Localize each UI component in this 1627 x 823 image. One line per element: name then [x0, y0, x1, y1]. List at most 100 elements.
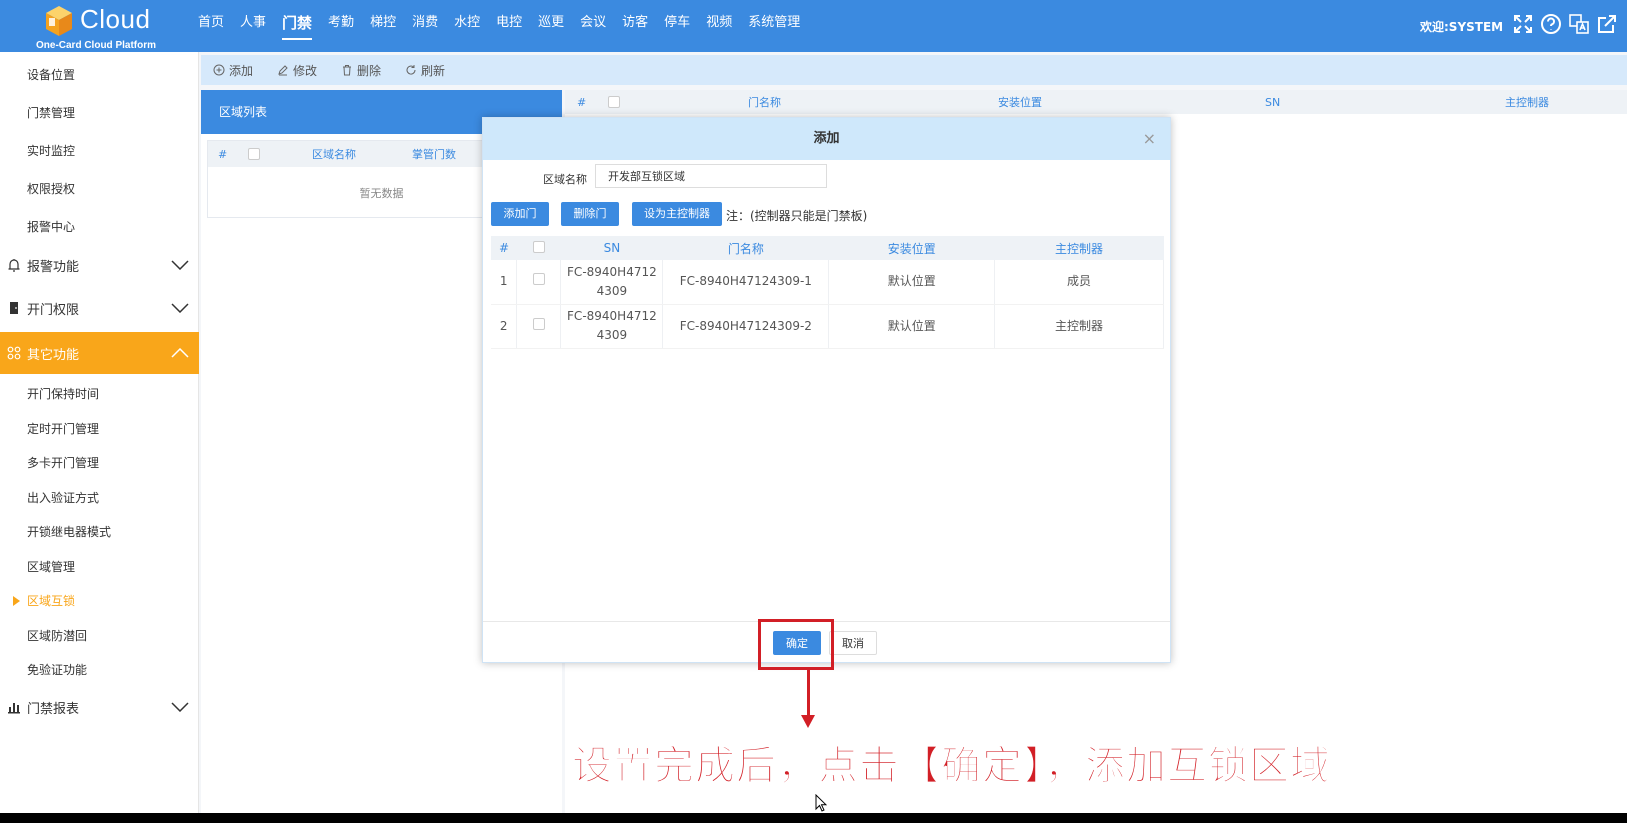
- row-location: 默认位置: [828, 304, 996, 349]
- controller-note: 注：(控制器只能是门禁板): [726, 209, 868, 223]
- nav-video[interactable]: 视频: [706, 0, 732, 52]
- nav-consumption[interactable]: 消费: [412, 0, 438, 52]
- set-master-controller-button[interactable]: 设为主控制器: [632, 202, 722, 226]
- cancel-button[interactable]: 取消: [829, 631, 877, 655]
- row-select-cell: [516, 304, 562, 349]
- nav-parking[interactable]: 停车: [664, 0, 690, 52]
- col-index: #: [218, 147, 228, 161]
- add-region-dialog: 添加 × 区域名称 添加门 删除门 设为主控制器 注：(控制器只能是门禁板) #…: [482, 117, 1171, 663]
- sidebar-group-label: 其它功能: [27, 347, 80, 363]
- external-link-icon[interactable]: [1596, 13, 1618, 35]
- toolbar: 添加 修改 删除 刷新: [201, 55, 1627, 85]
- sidebar-item-device-location[interactable]: 设备位置: [27, 66, 75, 83]
- col-master-controller: 主控制器: [994, 236, 1164, 260]
- dialog-title: 添加: [813, 131, 840, 146]
- nav-home[interactable]: 首页: [198, 0, 224, 52]
- row-location: 默认位置: [828, 260, 996, 305]
- sidebar-item-no-verify[interactable]: 免验证功能: [27, 661, 87, 678]
- sn-line-2: 4309: [596, 328, 628, 342]
- tutorial-caption: 设置完成后，点击【确定】，添加互锁区域: [572, 743, 1331, 790]
- sidebar-item-door-hold-time[interactable]: 开门保持时间: [27, 385, 99, 402]
- add-door-button[interactable]: 添加门: [491, 202, 549, 226]
- help-icon[interactable]: [1540, 13, 1562, 35]
- col-install-location: 安装位置: [828, 236, 995, 260]
- sidebar-group-alarm[interactable]: 报警功能: [0, 245, 199, 285]
- sidebar-item-region-interlock[interactable]: 区域互锁: [27, 592, 75, 609]
- highlight-box: [758, 619, 834, 670]
- refresh-icon: [406, 65, 416, 75]
- door-table-header: # SN 门名称 安装位置 主控制器: [491, 236, 1164, 260]
- sidebar-group-report[interactable]: 门禁报表: [0, 687, 199, 727]
- bell-icon: [8, 259, 20, 272]
- current-item-arrow-icon: [13, 596, 20, 606]
- nav-system[interactable]: 系统管理: [748, 0, 800, 52]
- col-index: #: [491, 236, 517, 260]
- sidebar-item-multi-card[interactable]: 多卡开门管理: [27, 454, 99, 471]
- col-master-controller: 主控制器: [1505, 96, 1549, 109]
- chevron-down-icon: [171, 702, 189, 712]
- table-row[interactable]: 1 FC-8940H4712 4309 FC-8940H47124309-1 默认…: [491, 260, 1164, 305]
- select-all-checkbox[interactable]: [248, 148, 260, 160]
- sidebar-item-permission[interactable]: 权限授权: [27, 180, 75, 197]
- logo-subtitle: One-Card Cloud Platform: [36, 40, 157, 51]
- select-all-checkbox[interactable]: [608, 96, 620, 108]
- row-index: 2: [491, 304, 518, 349]
- close-icon[interactable]: ×: [1143, 118, 1156, 160]
- sidebar-item-region-anti-passback[interactable]: 区域防潜回: [27, 627, 87, 644]
- delete-door-button[interactable]: 删除门: [561, 202, 619, 226]
- nav-attendance[interactable]: 考勤: [328, 0, 354, 52]
- nav-meeting[interactable]: 会议: [580, 0, 606, 52]
- row-checkbox[interactable]: [532, 317, 545, 330]
- sidebar-item-relay-mode[interactable]: 开锁继电器模式: [27, 523, 111, 540]
- welcome-text: 欢迎:SYSTEM: [1420, 20, 1504, 34]
- region-name-label: 区域名称: [543, 173, 587, 186]
- logo: Cloud One-Card Cloud Platform: [30, 2, 170, 51]
- row-door-name: FC-8940H47124309-2: [662, 304, 830, 349]
- dialog-header: 添加 ×: [483, 118, 1170, 160]
- pencil-icon: [278, 65, 288, 76]
- sidebar-group-label: 门禁报表: [27, 701, 80, 717]
- chevron-down-icon: [171, 303, 189, 313]
- fullscreen-icon[interactable]: [1512, 13, 1534, 35]
- sidebar-group-label: 报警功能: [27, 259, 80, 275]
- top-icons: [1512, 13, 1618, 35]
- edit-button[interactable]: 修改: [277, 62, 317, 79]
- region-name-input[interactable]: [595, 164, 827, 188]
- nav-power[interactable]: 电控: [496, 0, 522, 52]
- sidebar-group-door-permission[interactable]: 开门权限: [0, 288, 199, 328]
- cube-logo-icon: [46, 6, 72, 36]
- sn-line-2: 4309: [596, 283, 628, 298]
- sidebar-item-verify-mode[interactable]: 出入验证方式: [27, 489, 99, 506]
- door-icon: [10, 302, 18, 314]
- nav-hr[interactable]: 人事: [240, 0, 266, 52]
- select-all-checkbox[interactable]: [532, 240, 545, 253]
- nav-access-control[interactable]: 门禁: [282, 0, 313, 52]
- arrow-down-icon: [801, 715, 815, 728]
- nav-patrol[interactable]: 巡更: [538, 0, 564, 52]
- sidebar-item-region-management[interactable]: 区域管理: [27, 558, 75, 575]
- sidebar-item-realtime-monitor[interactable]: 实时监控: [27, 142, 75, 159]
- grid-icon: [7, 346, 21, 360]
- nav-water[interactable]: 水控: [454, 0, 480, 52]
- sidebar: 设备位置 门禁管理 实时监控 权限授权 报警中心 报警功能 开门权限 其它功能 …: [0, 52, 199, 813]
- table-row[interactable]: 2 FC-8940H4712 4309 FC-8940H47124309-2 默认…: [491, 304, 1164, 349]
- delete-button[interactable]: 删除: [341, 62, 381, 79]
- sidebar-item-alarm-center[interactable]: 报警中心: [27, 218, 75, 235]
- sidebar-item-timed-open[interactable]: 定时开门管理: [27, 420, 99, 437]
- logo-word: Cloud: [80, 4, 151, 34]
- sidebar-item-door-management[interactable]: 门禁管理: [27, 104, 75, 121]
- edit-button-label: 修改: [293, 63, 318, 78]
- add-button-label: 添加: [229, 63, 254, 78]
- nav-visitor[interactable]: 访客: [622, 0, 648, 52]
- row-checkbox[interactable]: [532, 273, 545, 286]
- col-install-location: 安装位置: [998, 96, 1042, 109]
- nav-elevator[interactable]: 梯控: [370, 0, 396, 52]
- row-controller: 主控制器: [994, 304, 1164, 349]
- trash-icon: [343, 65, 352, 76]
- add-button[interactable]: 添加: [213, 62, 253, 79]
- top-bar: Cloud One-Card Cloud Platform 首页 人事 门禁 考…: [0, 0, 1627, 52]
- translate-icon[interactable]: [1568, 13, 1590, 35]
- refresh-button[interactable]: 刷新: [405, 62, 445, 79]
- sidebar-group-other[interactable]: 其它功能: [0, 332, 199, 374]
- app-window: Cloud One-Card Cloud Platform 首页 人事 门禁 考…: [0, 0, 1627, 813]
